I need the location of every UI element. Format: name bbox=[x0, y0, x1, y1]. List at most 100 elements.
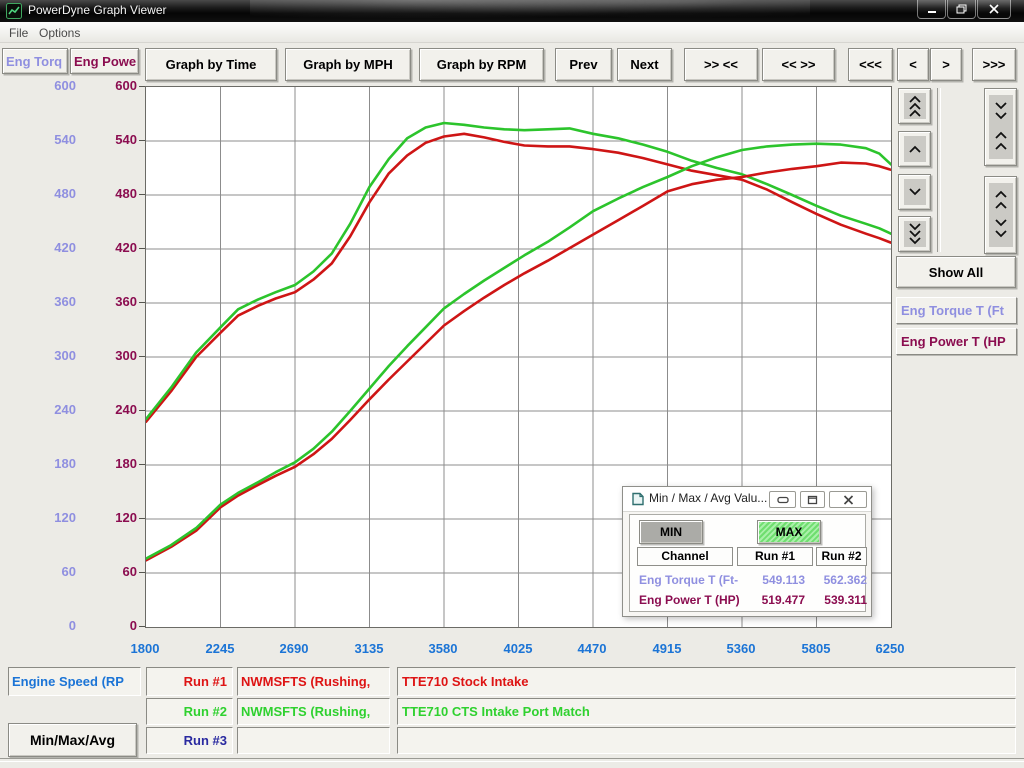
powerdyne-window: PowerDyne Graph Viewer File Options Eng … bbox=[0, 0, 1024, 768]
minmax-window-icon bbox=[631, 492, 645, 506]
torque-axis-tick-360: 360 bbox=[28, 293, 76, 311]
torque-axis-tick-420: 420 bbox=[28, 239, 76, 257]
minmax-minimize-button[interactable] bbox=[769, 491, 796, 508]
window-title: PowerDyne Graph Viewer bbox=[28, 3, 167, 17]
torque-axis-tick-540: 540 bbox=[28, 131, 76, 149]
power-axis-tick-180: 180 bbox=[89, 455, 137, 473]
max-toggle-button[interactable]: MAX bbox=[757, 520, 821, 544]
rpm-axis-tick-4915: 4915 bbox=[635, 641, 699, 656]
pan-down-fast-button[interactable] bbox=[898, 216, 931, 252]
power-axis-tick-300: 300 bbox=[89, 347, 137, 365]
min-toggle-button[interactable]: MIN bbox=[639, 520, 703, 544]
pan-down-button[interactable] bbox=[898, 174, 931, 210]
rpm-axis-tick-5805: 5805 bbox=[784, 641, 848, 656]
channel-column-header: Channel bbox=[637, 547, 733, 566]
menu-file[interactable]: File bbox=[4, 24, 33, 42]
rpm-axis-tick-4470: 4470 bbox=[560, 641, 624, 656]
compress-y-scale-button[interactable] bbox=[984, 88, 1017, 166]
minimize-button[interactable] bbox=[917, 0, 946, 19]
rpm-axis-tick-1800: 1800 bbox=[113, 641, 177, 656]
graph-by-time-button[interactable]: Graph by Time bbox=[145, 48, 277, 81]
torque-axis-tick-600: 600 bbox=[28, 77, 76, 95]
maximize-button[interactable] bbox=[947, 0, 976, 19]
torque-axis-tick-300: 300 bbox=[28, 347, 76, 365]
scroll-right-button[interactable]: > bbox=[930, 48, 962, 81]
minimize-icon bbox=[927, 5, 937, 14]
run1-description[interactable]: TTE710 Stock Intake bbox=[397, 667, 1016, 696]
rpm-axis-tick-3580: 3580 bbox=[411, 641, 475, 656]
minmax-torque-run2-value: 562.362 bbox=[805, 573, 867, 587]
power-axis-tick-420: 420 bbox=[89, 239, 137, 257]
close-icon bbox=[989, 4, 999, 14]
minmax-window-title: Min / Max / Avg Valu... bbox=[649, 491, 767, 505]
zoom-in-x-button[interactable]: >> << bbox=[684, 48, 758, 81]
expand-y-scale-button[interactable] bbox=[984, 176, 1017, 254]
bottom-divider bbox=[0, 758, 1024, 762]
minmaxavg-button[interactable]: Min/Max/Avg bbox=[8, 723, 137, 757]
close-button[interactable] bbox=[977, 0, 1011, 19]
scroll-left-fast-button[interactable]: <<< bbox=[848, 48, 893, 81]
rpm-axis-tick-2245: 2245 bbox=[188, 641, 252, 656]
tab-eng-power[interactable]: Eng Powe bbox=[70, 48, 139, 74]
run2-comment[interactable]: NWMSFTS (Rushing, bbox=[237, 698, 390, 725]
menu-options[interactable]: Options bbox=[34, 24, 85, 42]
minmax-minimize-icon bbox=[777, 496, 789, 504]
show-all-button[interactable]: Show All bbox=[896, 256, 1016, 288]
torque-axis-tick-240: 240 bbox=[28, 401, 76, 419]
minmax-row-power-channel: Eng Power T (HP) bbox=[639, 593, 740, 607]
run3-description[interactable] bbox=[397, 727, 1016, 754]
chevrons-diverge-icon bbox=[993, 189, 1009, 241]
minmax-window[interactable]: Min / Max / Avg Valu... MIN MAX Channel … bbox=[622, 486, 872, 617]
triple-chevron-down-icon bbox=[907, 223, 923, 245]
x-axis-channel-label[interactable]: Engine Speed (RP bbox=[8, 667, 141, 696]
run1-label[interactable]: Run #1 bbox=[146, 667, 233, 696]
power-axis-tick-0: 0 bbox=[89, 617, 137, 635]
run2-label[interactable]: Run #2 bbox=[146, 698, 233, 725]
power-axis-tick-60: 60 bbox=[89, 563, 137, 581]
menu-bar: File Options bbox=[0, 22, 1024, 43]
power-axis-tick-360: 360 bbox=[89, 293, 137, 311]
graph-by-rpm-button[interactable]: Graph by RPM bbox=[419, 48, 544, 81]
torque-axis-tick-60: 60 bbox=[28, 563, 76, 581]
chevron-up-icon bbox=[907, 145, 923, 153]
minmax-maximize-icon bbox=[807, 495, 818, 505]
pan-up-button[interactable] bbox=[898, 131, 931, 167]
power-axis-tick-540: 540 bbox=[89, 131, 137, 149]
run2-column-header: Run #2 bbox=[816, 547, 867, 566]
title-bar[interactable]: PowerDyne Graph Viewer bbox=[0, 0, 1024, 22]
minmax-power-run2-value: 539.311 bbox=[805, 593, 867, 607]
chevrons-converge-icon bbox=[993, 101, 1009, 153]
scroll-right-fast-button[interactable]: >>> bbox=[972, 48, 1016, 81]
minmax-power-run1-value: 519.477 bbox=[733, 593, 805, 607]
tab-eng-torque[interactable]: Eng Torq bbox=[2, 48, 68, 74]
run1-column-header: Run #1 bbox=[737, 547, 813, 566]
run2-description[interactable]: TTE710 CTS Intake Port Match bbox=[397, 698, 1016, 725]
right-panel-divider bbox=[937, 88, 941, 252]
pan-up-fast-button[interactable] bbox=[898, 88, 931, 124]
app-icon bbox=[6, 3, 22, 19]
power-channel-label[interactable]: Eng Power T (HP bbox=[896, 328, 1017, 355]
prev-button[interactable]: Prev bbox=[555, 48, 612, 81]
minmax-maximize-button[interactable] bbox=[800, 491, 825, 508]
torque-axis-tick-180: 180 bbox=[28, 455, 76, 473]
minmax-close-button[interactable] bbox=[829, 491, 867, 508]
run3-comment[interactable] bbox=[237, 727, 390, 754]
minmax-window-titlebar[interactable]: Min / Max / Avg Valu... bbox=[623, 487, 871, 512]
chevron-down-icon bbox=[907, 188, 923, 196]
rpm-axis-tick-2690: 2690 bbox=[262, 641, 326, 656]
torque-channel-label[interactable]: Eng Torque T (Ft bbox=[896, 297, 1017, 324]
scroll-left-button[interactable]: < bbox=[897, 48, 929, 81]
run1-comment[interactable]: NWMSFTS (Rushing, bbox=[237, 667, 390, 696]
restore-icon bbox=[956, 4, 967, 14]
zoom-out-x-button[interactable]: << >> bbox=[762, 48, 835, 81]
run3-label[interactable]: Run #3 bbox=[146, 727, 233, 754]
power-axis-tick-240: 240 bbox=[89, 401, 137, 419]
tab-eng-power-label: Eng Powe bbox=[74, 54, 136, 69]
rpm-axis-tick-5360: 5360 bbox=[709, 641, 773, 656]
power-axis-tick-600: 600 bbox=[89, 77, 137, 95]
graph-by-mph-button[interactable]: Graph by MPH bbox=[285, 48, 411, 81]
rpm-axis-tick-6250: 6250 bbox=[858, 641, 922, 656]
rpm-axis-tick-4025: 4025 bbox=[486, 641, 550, 656]
titlebar-glass bbox=[250, 0, 810, 22]
next-button[interactable]: Next bbox=[617, 48, 672, 81]
